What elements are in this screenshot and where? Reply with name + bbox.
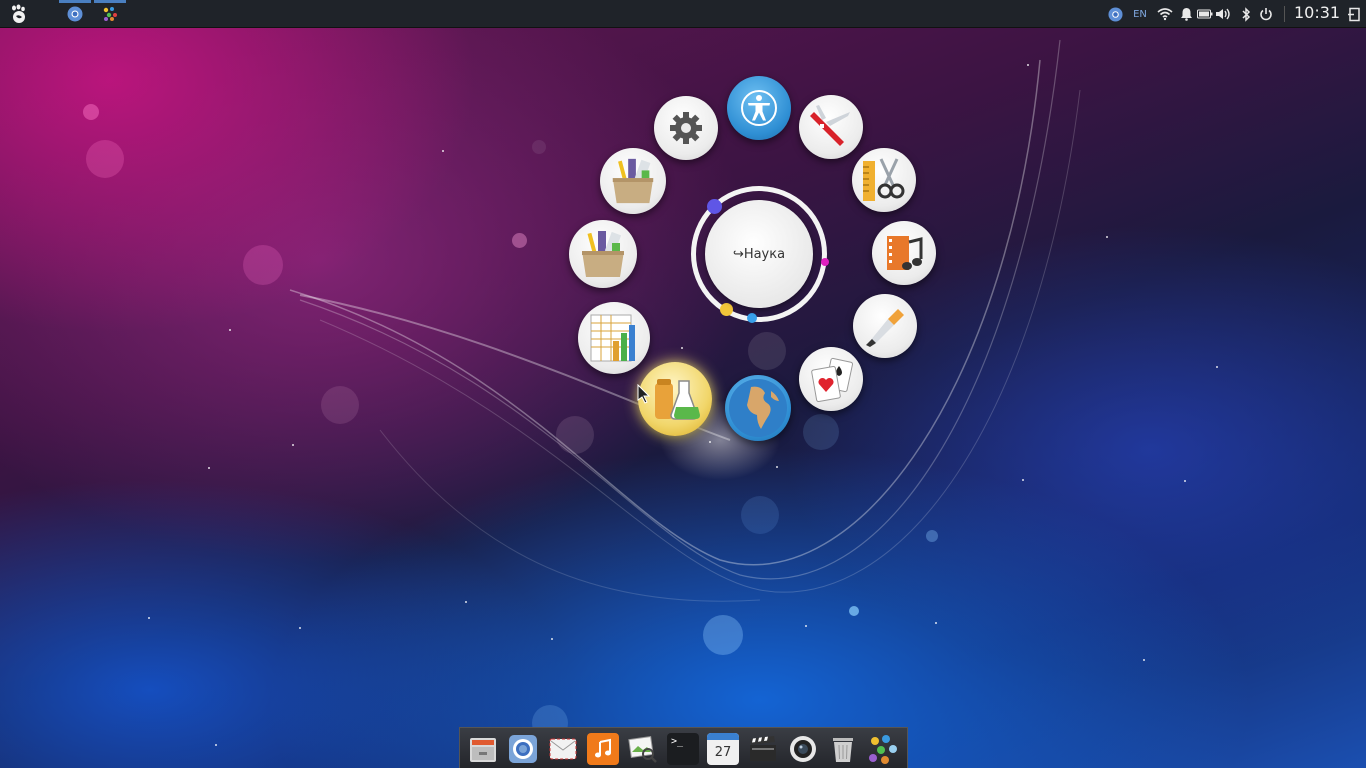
dock-terminal[interactable]: >_ [667, 733, 699, 765]
scissors-ruler-icon [863, 158, 905, 201]
webcam-icon [790, 736, 816, 762]
dock-webcam[interactable] [787, 733, 819, 765]
trash-icon [833, 738, 853, 762]
ring-marker-blue [747, 313, 757, 323]
lab-flask-icon [655, 379, 700, 420]
menu-item-office[interactable] [578, 302, 650, 374]
dock-trash[interactable] [827, 733, 859, 765]
menu-item-education-lower[interactable] [569, 220, 637, 288]
dock-mail[interactable] [547, 733, 579, 765]
terminal-icon: >_ [671, 736, 684, 747]
dock-music[interactable] [587, 733, 619, 765]
playing-cards-icon [811, 357, 854, 403]
accessibility-icon [741, 90, 777, 126]
menu-item-graphics[interactable] [852, 148, 916, 212]
menu-item-internet[interactable] [725, 375, 791, 441]
globe-icon [729, 379, 787, 437]
swiss-knife-icon [810, 105, 850, 146]
paint-brush-icon [866, 309, 904, 347]
app-launcher-icon [869, 735, 897, 764]
file-manager-icon [470, 738, 496, 762]
dock-video-editor[interactable] [747, 733, 779, 765]
dock-file-manager[interactable] [467, 733, 499, 765]
menu-item-multimedia[interactable] [872, 221, 936, 285]
spreadsheet-chart-icon [590, 314, 635, 362]
chromium-icon [509, 735, 537, 763]
dock-image-viewer[interactable] [627, 733, 659, 765]
menu-item-utilities[interactable] [799, 95, 863, 159]
dock-app-launcher[interactable] [867, 733, 899, 765]
image-viewer-icon [628, 735, 657, 763]
calendar-icon [707, 733, 739, 740]
ring-marker-magenta [821, 258, 829, 266]
menu-item-painting[interactable] [853, 294, 917, 358]
supplies-box-icon [582, 231, 624, 277]
menu-item-education-upper[interactable] [600, 148, 666, 214]
menu-item-accessibility[interactable] [727, 76, 791, 140]
menu-item-settings[interactable] [654, 96, 718, 160]
gear-icon [670, 112, 702, 144]
ring-marker-yellow [720, 303, 733, 316]
category-label: ↪Наука [732, 246, 786, 262]
ring-marker-purple [707, 199, 722, 214]
calendar-day: 27 [714, 744, 732, 760]
menu-item-games[interactable] [799, 347, 863, 411]
music-icon [595, 738, 611, 758]
video-editor-icon [750, 736, 776, 761]
film-music-icon [887, 236, 923, 270]
dock: >_ 27 [459, 727, 908, 768]
dock-calendar[interactable]: 27 [707, 733, 739, 765]
mail-icon [549, 738, 577, 760]
dock-chromium[interactable] [507, 733, 539, 765]
category-hub[interactable]: ↪Наука [705, 200, 813, 308]
supplies-box-icon [612, 158, 654, 204]
